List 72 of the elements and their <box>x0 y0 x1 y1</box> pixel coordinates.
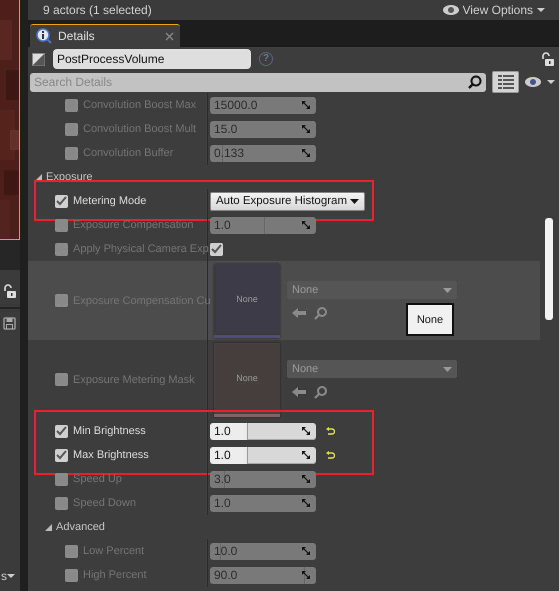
number-field[interactable]: 0.133 <box>210 144 316 162</box>
lock-icon[interactable] <box>540 52 555 66</box>
use-arrow-icon[interactable] <box>292 386 306 398</box>
asset-thumbnail: None <box>214 342 280 416</box>
search-field[interactable]: Search Details <box>30 72 486 92</box>
override-checkbox[interactable] <box>65 544 78 558</box>
override-checkbox[interactable] <box>65 568 78 582</box>
caret-icon <box>443 366 452 372</box>
tooltip: None <box>406 303 454 336</box>
actor-count: 9 actors (1 selected) <box>43 3 153 17</box>
number-field[interactable]: 1.0 <box>210 494 316 512</box>
dropdown[interactable]: Auto Exposure Histogram <box>210 192 366 210</box>
override-checkbox[interactable] <box>65 146 78 160</box>
override-checkbox[interactable] <box>55 194 68 208</box>
override-checkbox[interactable] <box>65 98 78 112</box>
view-options-button[interactable]: View Options <box>462 3 533 17</box>
property-label: Min Brightness <box>73 425 146 437</box>
scrollbar-thumb[interactable] <box>545 218 553 320</box>
name-field[interactable]: PostProcessVolume <box>53 49 251 69</box>
caret-icon[interactable] <box>537 8 545 12</box>
property-label: Metering Mode <box>73 195 146 207</box>
override-checkbox[interactable] <box>55 496 68 510</box>
property-label: Exposure Compensation <box>73 219 194 231</box>
override-checkbox[interactable] <box>55 242 68 256</box>
category-label: Exposure <box>46 171 92 183</box>
use-arrow-icon[interactable] <box>292 307 306 319</box>
override-checkbox[interactable] <box>55 472 68 486</box>
details-tab[interactable]: Details <box>30 24 180 47</box>
override-checkbox[interactable] <box>55 448 68 462</box>
eye-icon <box>442 5 459 15</box>
cut-label: s <box>1 569 7 583</box>
info-icon <box>36 28 52 44</box>
asset-dropdown[interactable]: None <box>287 281 457 299</box>
lock-icon[interactable] <box>2 284 17 299</box>
reset-arrow-icon[interactable] <box>326 427 335 435</box>
number-field[interactable]: 1.0 <box>210 446 316 464</box>
save-icon[interactable] <box>3 317 16 330</box>
number-field[interactable]: 90.0 <box>210 566 316 584</box>
number-field[interactable]: 1.0 <box>210 422 316 440</box>
property-label: Speed Up <box>73 473 122 485</box>
eye-icon[interactable] <box>525 77 541 87</box>
override-checkbox[interactable] <box>55 424 68 438</box>
expand-triangle-icon[interactable] <box>35 174 42 180</box>
asset-dropdown[interactable]: None <box>287 360 457 378</box>
search-icon[interactable] <box>468 75 482 89</box>
help-icon[interactable]: ? <box>259 52 273 66</box>
expand-triangle-icon[interactable] <box>45 524 52 530</box>
number-field[interactable]: 15.0 <box>210 120 316 138</box>
asset-thumbnail: None <box>214 264 280 338</box>
actor-icon <box>32 52 45 66</box>
override-checkbox[interactable] <box>55 218 68 232</box>
caret-icon[interactable] <box>7 574 15 578</box>
caret-icon <box>350 198 360 204</box>
number-field[interactable]: 1.0 <box>210 216 316 234</box>
number-field[interactable]: 15000.0 <box>210 96 316 114</box>
value-checkbox[interactable] <box>210 242 223 256</box>
override-checkbox[interactable] <box>55 294 68 307</box>
override-checkbox[interactable] <box>55 373 68 386</box>
search-input[interactable]: Search Details <box>34 75 468 89</box>
reset-arrow-icon[interactable] <box>326 451 335 459</box>
list-icon <box>498 75 514 89</box>
category-label: Advanced <box>56 521 105 533</box>
number-field[interactable]: 10.0 <box>210 542 316 560</box>
property-label: Max Brightness <box>73 449 149 461</box>
number-field[interactable]: 3.0 <box>210 470 316 488</box>
caret-icon <box>443 288 452 292</box>
override-checkbox[interactable] <box>65 122 78 136</box>
close-icon[interactable] <box>165 32 174 40</box>
grid-view-button[interactable] <box>492 71 519 93</box>
drag-arrows-icon[interactable] <box>301 450 311 460</box>
drag-arrows-icon[interactable] <box>301 426 311 436</box>
caret-icon[interactable] <box>547 80 555 84</box>
